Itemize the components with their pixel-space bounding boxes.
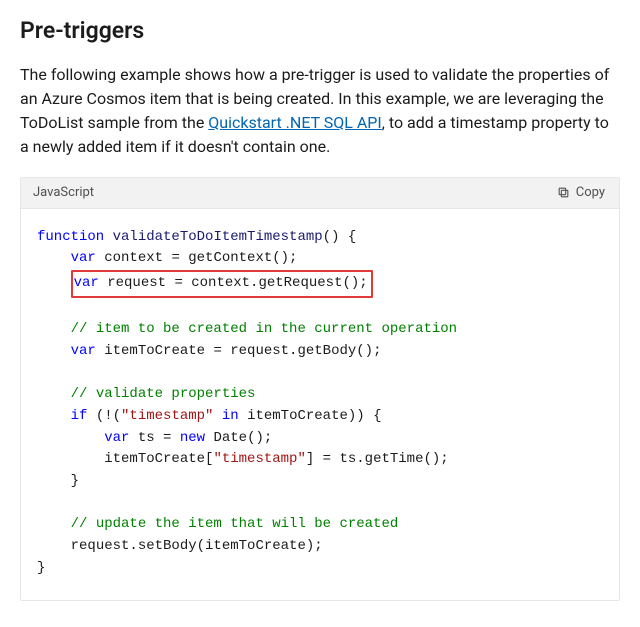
copy-icon [557,186,570,199]
code-token: itemToCreate[ [104,451,213,467]
code-token: var [71,343,96,359]
article-section: Pre-triggers The following example shows… [0,0,640,627]
code-token: (!( [87,408,121,424]
code-language-label: JavaScript [33,183,94,203]
code-token: Date(); [205,430,272,446]
code-token: "timestamp" [213,451,305,467]
code-token: ts = [129,430,179,446]
code-comment: // validate properties [71,386,256,402]
code-token: context = getContext(); [96,250,298,266]
code-token: itemToCreate)) { [239,408,382,424]
code-token: var [104,430,129,446]
code-block: JavaScript Copy function validateToDoIte… [20,177,620,601]
quickstart-link[interactable]: Quickstart .NET SQL API [208,113,381,132]
code-token: } [37,560,45,576]
code-comment: // item to be created in the current ope… [71,321,457,337]
code-token: itemToCreate = request.getBody(); [96,343,382,359]
copy-button[interactable]: Copy [553,183,609,202]
code-comment: // update the item that will be created [71,516,399,532]
section-heading: Pre-triggers [20,14,620,49]
code-token: request.setBody(itemToCreate); [71,538,323,554]
code-token: "timestamp" [121,408,213,424]
code-token: new [180,430,205,446]
code-token: validateToDoItemTimestamp [113,229,323,245]
highlighted-code-line: var request = context.getRequest(); [71,270,373,298]
code-token: request = context.getRequest(); [99,275,368,291]
code-token: } [71,473,79,489]
code-token: function [37,229,104,245]
intro-paragraph: The following example shows how a pre-tr… [20,63,620,159]
code-content: function validateToDoItemTimestamp() { v… [21,209,619,600]
code-token: var [74,275,99,291]
code-token: ] = ts.getTime(); [306,451,449,467]
code-token: var [71,250,96,266]
copy-button-label: Copy [576,185,605,200]
code-token: if [71,408,88,424]
code-block-header: JavaScript Copy [21,178,619,209]
code-token: in [222,408,239,424]
code-token: () { [323,229,357,245]
